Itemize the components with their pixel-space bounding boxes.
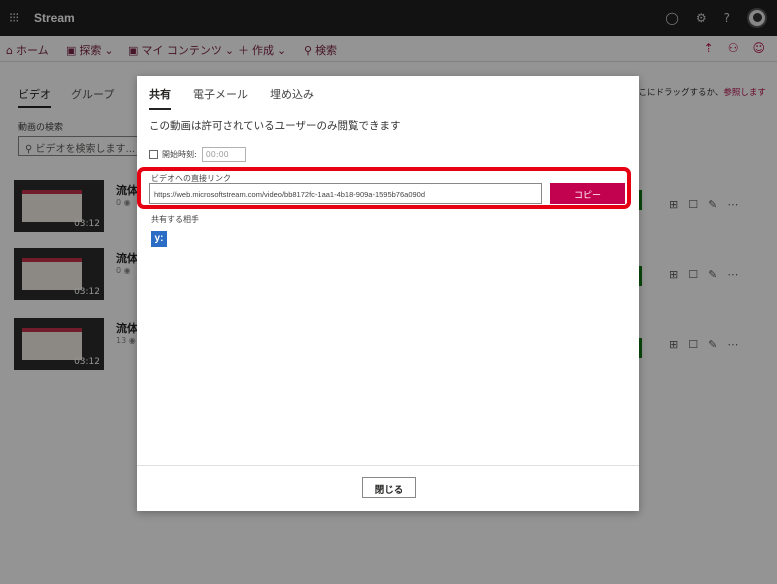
start-time-label: 開始時刻: [162,150,197,159]
permission-info: この動画は許可されているユーザーのみ閲覧できます [149,120,401,132]
start-time-input[interactable]: 00:00 [201,147,246,162]
close-button[interactable]: 閉じる [362,477,416,498]
direct-link-field[interactable]: https://web.microsoftstream.com/video/bb… [149,183,542,204]
share-with-label: 共有する相手 [151,215,199,224]
dialog-tabs: 共有 電子メール 埋め込み [149,86,314,110]
tab-email[interactable]: 電子メール [193,86,248,110]
copy-button[interactable]: コピー [550,183,625,204]
start-time-row: 開始時刻: 00:00 [149,147,246,162]
start-time-checkbox[interactable] [149,150,158,159]
dialog-divider [137,465,639,466]
tab-embed[interactable]: 埋め込み [270,86,314,110]
share-recipient-chip[interactable]: y: [151,231,167,247]
share-dialog: 共有 電子メール 埋め込み この動画は許可されているユーザーのみ閲覧できます 開… [137,76,639,511]
tab-share[interactable]: 共有 [149,86,171,110]
